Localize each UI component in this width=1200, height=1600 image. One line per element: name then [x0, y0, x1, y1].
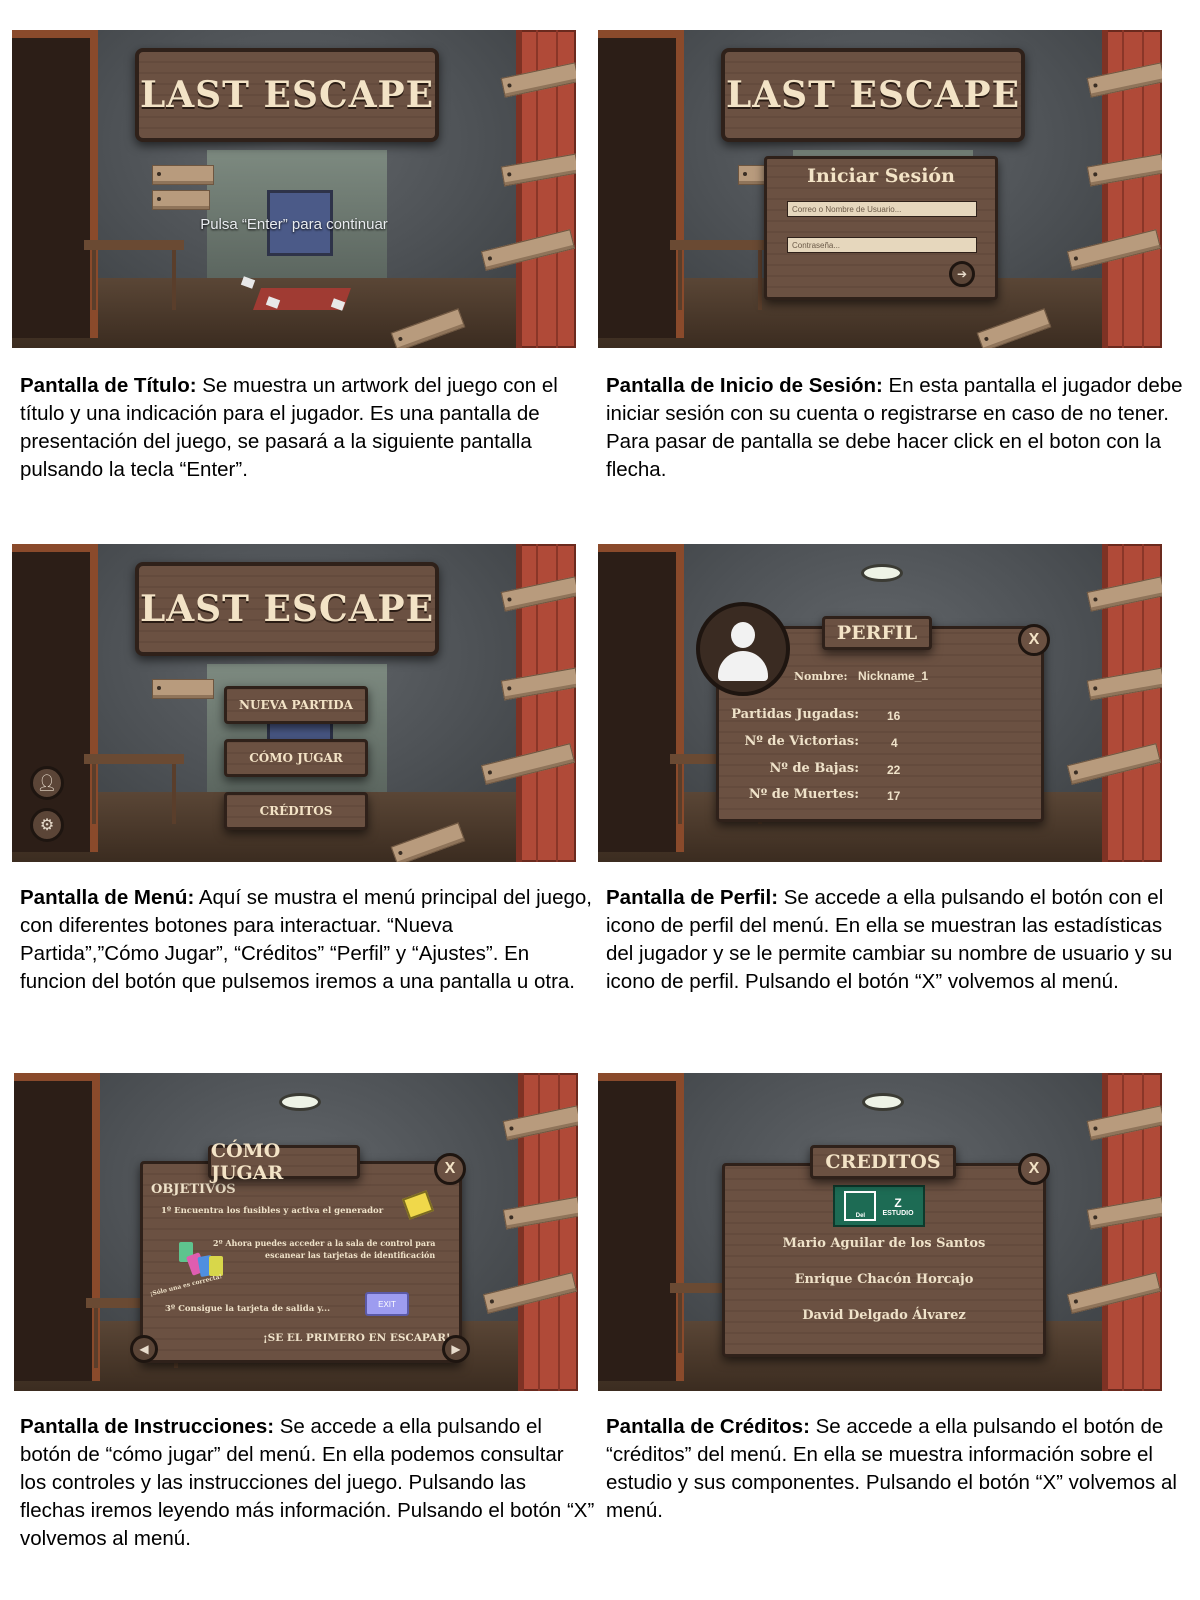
member-3: David Delgado Álvarez — [802, 1308, 966, 1323]
name-label: Nombre: — [794, 670, 848, 683]
credits-screen-panel: Mario Aguilar de los Santos Enrique Chac… — [598, 1073, 1162, 1391]
del-key-icon: Del — [844, 1191, 877, 1221]
username-field[interactable]: Correo o Nombre de Usuario... — [787, 201, 977, 217]
member-2: Enrique Chacón Horcajo — [794, 1272, 974, 1287]
game-title-sign: LAST ESCAPE — [135, 48, 439, 142]
new-game-button[interactable]: NUEVA PARTIDA — [224, 686, 368, 724]
credits-button[interactable]: CRÉDITOS — [224, 792, 368, 830]
stat-label-deaths: Nº de Muertes: — [748, 787, 859, 802]
credits-title: CREDITOS — [810, 1145, 956, 1179]
caption-instructions-screen: Pantalla de Instrucciones: Se accede a e… — [20, 1415, 595, 1550]
profile-screen-panel: Nombre: Nickname_1 Partidas Jugadas: 16 … — [598, 544, 1162, 862]
profile-title: PERFIL — [822, 616, 932, 650]
settings-button[interactable]: ⚙ — [30, 808, 64, 842]
stat-label-games: Partidas Jugadas: — [731, 707, 859, 722]
stat-label-wins: Nº de Victorias: — [744, 734, 859, 749]
stat-value-wins: 4 — [891, 736, 898, 750]
stat-value-deaths: 17 — [887, 789, 901, 803]
gear-icon: ⚙ — [39, 817, 55, 834]
stat-value-kills: 22 — [887, 763, 901, 777]
caption-title-screen: Pantalla de Título: Se muestra un artwor… — [20, 374, 558, 481]
caption-menu-screen: Pantalla de Menú: Aquí se mustra el menú… — [20, 886, 592, 993]
close-button[interactable]: X — [1018, 1153, 1050, 1185]
stat-value-games: 16 — [887, 709, 901, 723]
step-3: 3º Consigue la tarjeta de salida y... — [165, 1304, 331, 1314]
studio-logo: Del Z ESTUDIO — [833, 1185, 925, 1227]
login-screen-panel: LAST ESCAPE Iniciar Sesión Correo o Nomb… — [598, 30, 1162, 348]
caption-profile-screen: Pantalla de Perfil: Se accede a ella pul… — [606, 886, 1173, 993]
arrow-right-icon: ▶ — [451, 1342, 461, 1356]
member-1: Mario Aguilar de los Santos — [782, 1236, 986, 1251]
step-1: 1º Encuentra los fusibles y activa el ge… — [161, 1206, 384, 1216]
step-2-line-2: escanear las tarjetas de identificación — [265, 1250, 436, 1260]
next-page-button[interactable]: ▶ — [442, 1335, 470, 1363]
z-key-icon: Z — [894, 1195, 902, 1210]
arrow-right-icon: ➔ — [956, 267, 968, 281]
name-value[interactable]: Nickname_1 — [858, 669, 928, 683]
arrow-left-icon: ◀ — [139, 1342, 149, 1356]
menu-screen-panel: LAST ESCAPE NUEVA PARTIDA CÓMO JUGAR CRÉ… — [12, 544, 576, 862]
howto-title: CÓMO JUGAR — [208, 1140, 360, 1184]
close-button[interactable]: X — [434, 1153, 466, 1185]
game-title-sign: LAST ESCAPE — [135, 562, 439, 656]
caption-credits-screen: Pantalla de Créditos: Se accede a ella p… — [606, 1415, 1177, 1522]
title-screen-panel: LAST ESCAPE Pulsa “Enter” para continuar — [12, 30, 576, 348]
press-enter-hint: Pulsa “Enter” para continuar — [200, 216, 388, 233]
exit-card-icon: EXIT — [365, 1292, 409, 1316]
close-button[interactable]: X — [1018, 624, 1050, 656]
profile-button[interactable]: 👤︎ — [30, 766, 64, 800]
password-field[interactable]: Contraseña... — [787, 237, 977, 253]
name-row: Nombre: Nickname_1 — [794, 667, 928, 685]
login-dialog: Iniciar Sesión Correo o Nombre de Usuari… — [764, 156, 998, 300]
final-message: ¡SE EL PRIMERO EN ESCAPAR! — [263, 1332, 451, 1344]
howto-dialog: OBJETIVOS 1º Encuentra los fusibles y ac… — [140, 1161, 462, 1363]
game-title-sign: LAST ESCAPE — [721, 48, 1025, 142]
user-icon: 👤︎ — [36, 775, 58, 792]
fuse-icon — [402, 1190, 434, 1220]
stat-label-kills: Nº de Bajas: — [769, 761, 859, 776]
step-2-line-1: 2º Ahora puedes acceder a la sala de con… — [213, 1238, 436, 1248]
prev-page-button[interactable]: ◀ — [130, 1335, 158, 1363]
objectives-heading: OBJETIVOS — [151, 1182, 236, 1197]
howto-screen-panel: OBJETIVOS 1º Encuentra los fusibles y ac… — [14, 1073, 578, 1391]
avatar[interactable] — [696, 602, 790, 696]
login-submit-button[interactable]: ➔ — [949, 261, 975, 287]
caption-login-screen: Pantalla de Inicio de Sesión: En esta pa… — [606, 374, 1183, 481]
studio-label: ESTUDIO — [882, 1209, 914, 1217]
only-one-note: ¡Sólo una es correcta! — [149, 1273, 223, 1298]
user-icon — [731, 622, 755, 648]
how-to-play-button[interactable]: CÓMO JUGAR — [224, 739, 368, 777]
login-title: Iniciar Sesión — [807, 165, 955, 187]
